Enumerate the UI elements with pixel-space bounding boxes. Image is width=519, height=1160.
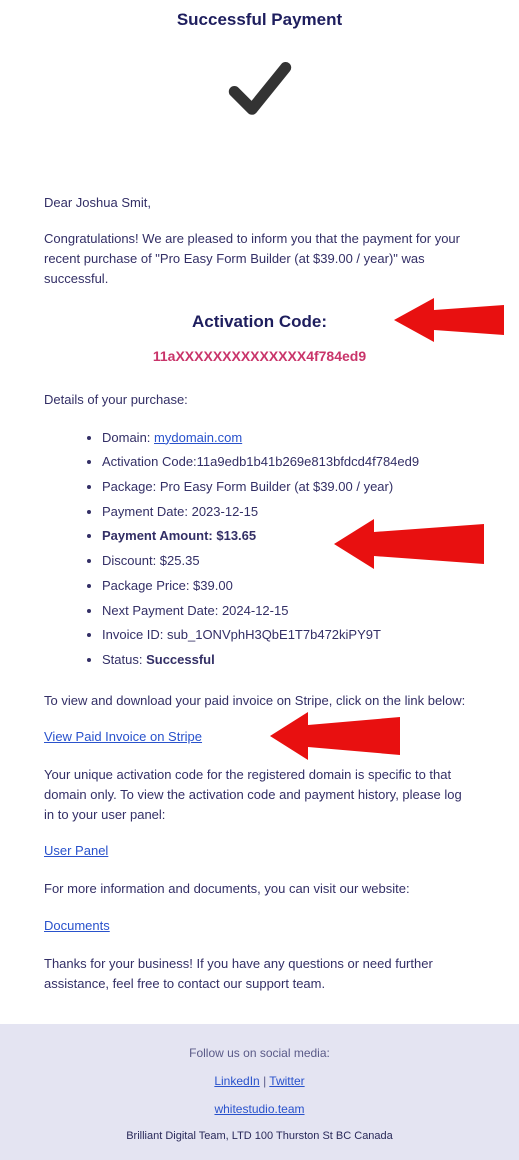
email-body: Successful Payment Dear Joshua Smit, Con… (0, 0, 519, 1160)
user-panel-link-line: User Panel (44, 841, 475, 861)
detail-payment-date: Payment Date: 2023-12-15 (102, 500, 475, 525)
footer-follow-text: Follow us on social media: (10, 1046, 509, 1060)
documents-link-line: Documents (44, 916, 475, 936)
footer-social-links: LinkedIn | Twitter (10, 1074, 509, 1088)
details-list-wrap: Domain: mydomain.com Activation Code:11a… (44, 426, 475, 673)
twitter-link[interactable]: Twitter (269, 1074, 304, 1088)
thanks-text: Thanks for your business! If you have an… (44, 954, 475, 994)
invoice-link-wrap: View Paid Invoice on Stripe (44, 727, 475, 747)
content: Dear Joshua Smit, Congratulations! We ar… (0, 193, 519, 994)
detail-next-payment: Next Payment Date: 2024-12-15 (102, 599, 475, 624)
site-link[interactable]: whitestudio.team (214, 1102, 304, 1116)
invoice-text: To view and download your paid invoice o… (44, 691, 475, 711)
domain-link[interactable]: mydomain.com (154, 430, 242, 445)
detail-package-price: Package Price: $39.00 (102, 574, 475, 599)
detail-domain: Domain: mydomain.com (102, 426, 475, 451)
user-panel-link[interactable]: User Panel (44, 843, 108, 858)
invoice-link-line: View Paid Invoice on Stripe (44, 727, 475, 747)
details-list: Domain: mydomain.com Activation Code:11a… (44, 426, 475, 673)
detail-payment-amount: Payment Amount: $13.65 (102, 524, 475, 549)
detail-invoice-id: Invoice ID: sub_1ONVphH3QbE1T7b472kiPY9T (102, 623, 475, 648)
detail-discount: Discount: $25.35 (102, 549, 475, 574)
linkedin-link[interactable]: LinkedIn (214, 1074, 259, 1088)
activation-heading: Activation Code: (44, 312, 475, 332)
detail-activation-code: Activation Code:11a9edb1b41b269e813bfdcd… (102, 450, 475, 475)
activation-code-value: 11aXXXXXXXXXXXXXX4f784ed9 (44, 348, 475, 364)
checkmark-icon (220, 50, 300, 130)
documents-link[interactable]: Documents (44, 918, 110, 933)
greeting-text: Dear Joshua Smit, (44, 193, 475, 213)
footer-site-line: whitestudio.team (10, 1102, 509, 1116)
footer-company: Brilliant Digital Team, LTD 100 Thurston… (10, 1130, 509, 1142)
view-invoice-link[interactable]: View Paid Invoice on Stripe (44, 729, 202, 744)
page-title: Successful Payment (0, 10, 519, 30)
activation-section: Activation Code: (44, 312, 475, 332)
detail-status: Status: Successful (102, 648, 475, 673)
intro-text: Congratulations! We are pleased to infor… (44, 229, 475, 289)
details-label: Details of your purchase: (44, 390, 475, 410)
footer: Follow us on social media: LinkedIn | Tw… (0, 1024, 519, 1160)
detail-package: Package: Pro Easy Form Builder (at $39.0… (102, 475, 475, 500)
note-text: Your unique activation code for the regi… (44, 765, 475, 825)
checkmark-icon-wrap (0, 50, 519, 133)
docs-text: For more information and documents, you … (44, 879, 475, 899)
